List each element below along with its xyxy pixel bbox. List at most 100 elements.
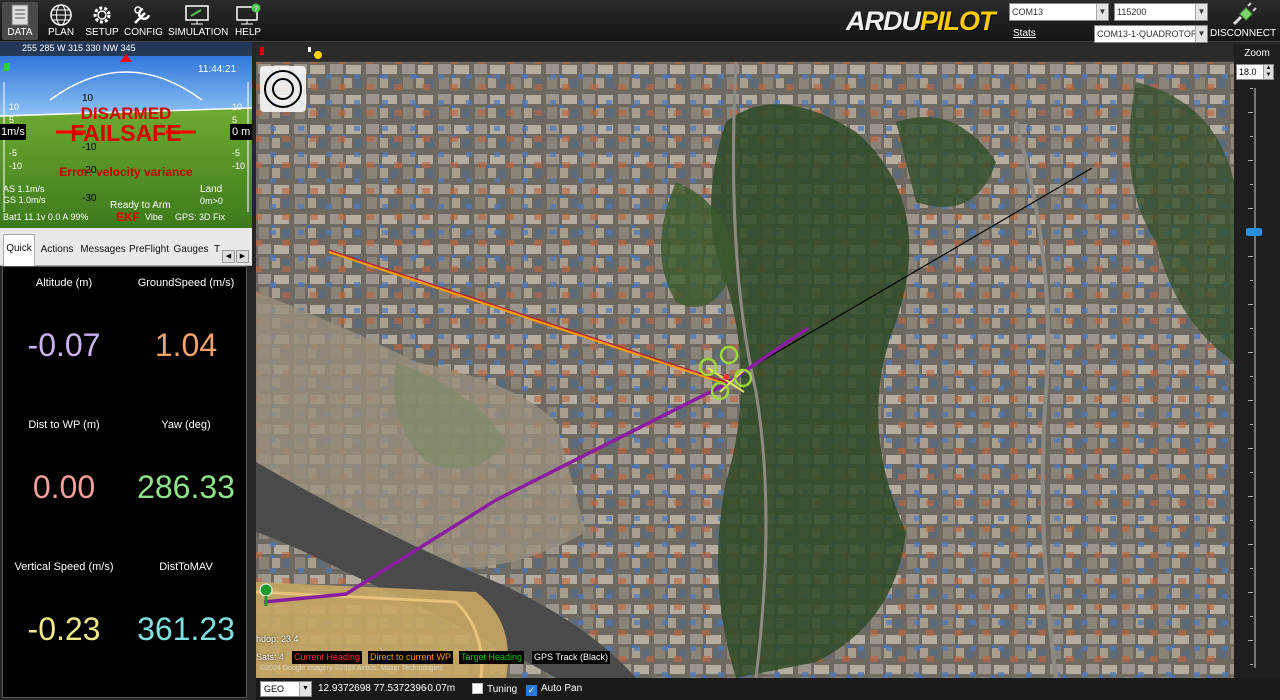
tuning-checkbox[interactable]: Tuning	[472, 683, 517, 695]
alt-scale-tick: -5	[232, 148, 241, 158]
zoom-tick	[1248, 544, 1253, 545]
ekf-indicator[interactable]: EKF	[116, 210, 140, 224]
menu-plan-button[interactable]: PLAN	[44, 2, 78, 40]
data-tabs: Quick Actions Messages PreFlight Gauges …	[0, 228, 252, 266]
checkbox-icon	[472, 683, 483, 694]
zoom-tick	[1248, 112, 1253, 113]
quick-value: 0.00	[32, 469, 96, 505]
zoom-tick	[1248, 208, 1253, 209]
tab-scroll-left-icon[interactable]: ◀	[222, 250, 235, 263]
zoom-input[interactable]: 18.0 ▲ ▼	[1236, 64, 1274, 80]
quick-value: 286.33	[137, 469, 235, 505]
tab-preflight[interactable]: PreFlight	[129, 236, 169, 266]
quick-label: Yaw (deg)	[161, 419, 211, 431]
quick-label: Dist to WP (m)	[28, 419, 100, 431]
coord-type-value: GEO	[264, 684, 285, 694]
zoom-tick	[1248, 448, 1253, 449]
map-altitude: -0.07m	[424, 683, 456, 694]
top-menu-bar: DATA PLAN SETUP CONFIG SIMULATION ? HELP…	[0, 0, 1280, 43]
quick-label: Vertical Speed (m/s)	[14, 561, 114, 573]
stats-link[interactable]: Stats	[1013, 28, 1036, 39]
map-top-strip	[256, 44, 1234, 62]
legend-target-heading: Target Heading	[459, 651, 525, 664]
zoom-spinner-icon[interactable]: ▲ ▼	[1263, 65, 1273, 79]
logo-part: ARDU	[846, 6, 921, 36]
heading-scale: 255 285 W 315 330 NW 345	[22, 43, 136, 53]
quick-item-yaw[interactable]: Yaw (deg) 286.33	[125, 409, 247, 551]
zoom-tick	[1248, 592, 1253, 593]
failsafe-status: FAILSAFE	[70, 120, 182, 146]
zoom-slider-ticks	[1248, 88, 1258, 668]
tab-scroll-right-icon[interactable]: ▶	[236, 250, 249, 263]
vehicle-select[interactable]: COM13-1-QUADROTOR ▼	[1094, 25, 1208, 43]
disconnect-label: DISCONNECT	[1210, 28, 1277, 39]
quick-item-altitude[interactable]: Altitude (m) -0.07	[3, 267, 125, 409]
quick-value: 1.04	[154, 327, 218, 363]
auto-pan-label: Auto Pan	[541, 683, 583, 694]
quick-item-vertical-speed[interactable]: Vertical Speed (m/s) -0.23	[3, 551, 125, 693]
tab-truncated[interactable]: T	[212, 236, 222, 266]
port-select[interactable]: COM13 ▼	[1009, 3, 1109, 21]
globe-icon	[50, 4, 72, 26]
quick-label: Altitude (m)	[35, 277, 93, 289]
zoom-tick	[1250, 472, 1253, 473]
zoom-slider-thumb[interactable]	[1246, 228, 1262, 236]
tab-gauges[interactable]: Gauges	[172, 236, 210, 266]
zoom-tick	[1248, 640, 1253, 641]
tab-messages[interactable]: Messages	[80, 236, 126, 266]
tab-actions[interactable]: Actions	[38, 236, 76, 266]
menu-label: CONFIG	[124, 27, 163, 38]
zoom-tick	[1250, 88, 1253, 89]
satellite-map[interactable]: hdop: 23.4 Sats: 4 Current Heading Direc…	[256, 62, 1234, 678]
mission-planner-window: DATA PLAN SETUP CONFIG SIMULATION ? HELP…	[0, 0, 1280, 700]
zoom-tick	[1248, 352, 1253, 353]
zoom-tick	[1250, 616, 1253, 617]
hud-error-message: Error: velocity variance	[59, 165, 193, 179]
menu-simulation-button[interactable]: SIMULATION	[168, 2, 229, 40]
wrench-icon	[134, 6, 151, 24]
flight-mode: Land	[200, 184, 223, 195]
climb-readout: 0m>0	[200, 196, 223, 206]
help-monitor-icon: ?	[236, 3, 261, 25]
vehicle-value: COM13-1-QUADROTOR	[1097, 29, 1198, 39]
zoom-label: Zoom	[1244, 48, 1270, 59]
groundspeed-readout: GS 1.0m/s	[3, 195, 46, 205]
menu-config-button[interactable]: CONFIG	[124, 2, 163, 40]
menu-data-button[interactable]: DATA	[2, 2, 38, 40]
zoom-tick	[1250, 520, 1253, 521]
chevron-down-icon: ▼	[1195, 26, 1207, 42]
baud-select[interactable]: 115200 ▼	[1114, 3, 1208, 21]
logo-part: PILOT	[920, 6, 995, 36]
disconnect-button[interactable]: DISCONNECT	[1210, 2, 1276, 40]
quick-item-groundspeed[interactable]: GroundSpeed (m/s) 1.04	[125, 267, 247, 409]
baud-value: 115200	[1117, 7, 1147, 17]
pitch-label: 10	[82, 93, 94, 104]
ardupilot-logo: ARDUPILOT	[846, 6, 1008, 36]
map-area: hdop: 23.4 Sats: 4 Current Heading Direc…	[256, 44, 1280, 678]
zoom-tick	[1248, 304, 1253, 305]
coord-type-select[interactable]: GEO ▼	[260, 681, 312, 697]
menu-setup-button[interactable]: SETUP	[84, 2, 120, 40]
legend-current-heading: Current Heading	[292, 651, 363, 664]
zoom-tick	[1250, 376, 1253, 377]
quick-item-dist-to-wp[interactable]: Dist to WP (m) 0.00	[3, 409, 125, 551]
data-icon	[11, 4, 29, 26]
menu-label: HELP	[234, 27, 262, 38]
zoom-tick	[1250, 280, 1253, 281]
auto-pan-checkbox[interactable]: ✓ Auto Pan	[526, 683, 582, 696]
zoom-tick	[1248, 256, 1253, 257]
battery-readout: Bat1 11.1v 0.0 A 99%	[3, 212, 89, 222]
quick-label: DistToMAV	[159, 561, 213, 573]
quick-item-dist-to-mav[interactable]: DistToMAV 361.23	[125, 551, 247, 693]
menu-label: SIMULATION	[168, 27, 229, 38]
menu-help-button[interactable]: ? HELP	[230, 2, 266, 40]
vibe-indicator[interactable]: Vibe	[145, 212, 163, 222]
tab-quick[interactable]: Quick	[3, 234, 35, 266]
menu-label: SETUP	[85, 27, 119, 38]
map-canvas	[256, 62, 1234, 678]
compass-rose-icon[interactable]	[260, 66, 306, 112]
zoom-tick	[1248, 400, 1253, 401]
zoom-tick	[1248, 496, 1253, 497]
hud-time: 11:44:21	[198, 64, 237, 75]
hdop-readout: hdop: 23.4	[256, 634, 299, 644]
